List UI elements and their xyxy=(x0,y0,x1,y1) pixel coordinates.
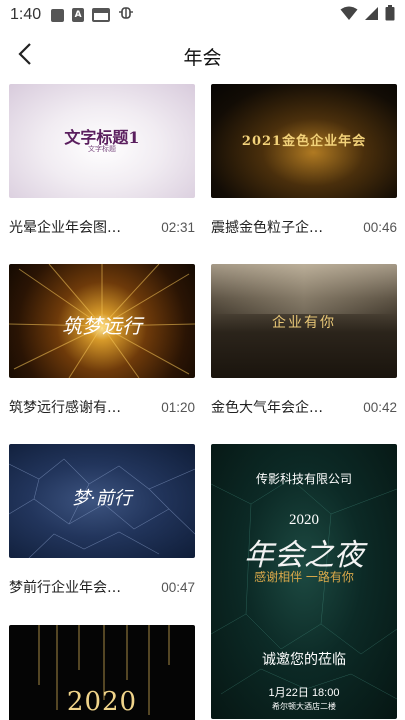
video-duration: 00:46 xyxy=(363,219,397,235)
video-thumbnail: 筑梦远行 xyxy=(9,264,195,378)
video-thumbnail: 2020 xyxy=(9,625,195,720)
video-card[interactable]: 文字标题1 文字标题 光晕企业年会图… 02:31 xyxy=(9,84,195,237)
video-duration: 01:20 xyxy=(161,399,195,415)
video-title: 筑梦远行感谢有… xyxy=(9,400,121,416)
a-icon: A xyxy=(72,8,85,22)
video-title: 金色大气年会企… xyxy=(211,400,323,416)
video-card[interactable]: 梦·前行 梦前行企业年会… 00:47 xyxy=(9,444,195,597)
video-meta: 金色大气年会企… 00:42 xyxy=(211,397,397,417)
thumbnail-caption: 2020 xyxy=(66,687,138,717)
video-thumbnail: 2021金色企业年会 xyxy=(211,84,397,198)
video-meta: 筑梦远行感谢有… 01:20 xyxy=(9,397,195,417)
video-card[interactable]: 企业有你 金色大气年会企… 00:42 xyxy=(211,264,397,417)
status-bar: 1:40 A xyxy=(0,0,405,30)
video-card[interactable]: 2020 xyxy=(9,625,195,720)
status-icons-left: A xyxy=(51,5,134,25)
video-title: 光晕企业年会图… xyxy=(9,220,121,236)
video-meta: 震撼金色粒子企… 00:46 xyxy=(211,217,397,237)
keyboard-box-icon xyxy=(92,8,111,22)
video-thumbnail: 文字标题1 文字标题 xyxy=(9,84,195,198)
poster-card[interactable]: 传影科技有限公司 2020 年会之夜 感谢相伴 一路有你 诚邀您的莅临 1月22… xyxy=(211,444,397,719)
bug-icon xyxy=(118,5,134,25)
poster-invite: 诚邀您的莅临 xyxy=(262,652,346,668)
square-icon xyxy=(51,8,65,22)
video-card[interactable]: 筑梦远行 筑梦远行感谢有… 01:20 xyxy=(9,264,195,417)
thumbnail-caption: 筑梦远行 xyxy=(62,314,142,338)
poster-company: 传影科技有限公司 xyxy=(255,472,352,486)
thumbnail-subcaption: 文字标题 xyxy=(88,145,116,153)
poster-slogan: 感谢相伴 一路有你 xyxy=(254,570,354,584)
thumbnail-caption: 2021金色企业年会 xyxy=(241,134,367,149)
battery-icon xyxy=(385,5,395,25)
video-title: 梦前行企业年会… xyxy=(9,580,121,596)
video-thumbnail: 企业有你 xyxy=(211,264,397,378)
chevron-left-icon xyxy=(18,43,32,69)
poster-date: 1月22日 18:00 xyxy=(268,687,340,699)
thumbnail-caption: 企业有你 xyxy=(272,315,336,331)
video-duration: 00:47 xyxy=(161,579,195,595)
nav-bar: 年会 xyxy=(0,30,405,82)
back-button[interactable] xyxy=(10,40,40,72)
video-grid: 文字标题1 文字标题 光晕企业年会图… 02:31 2021金色企业年会 震撼金… xyxy=(0,82,405,720)
status-time: 1:40 xyxy=(10,6,42,23)
video-title: 震撼金色粒子企… xyxy=(211,220,323,236)
poster-thumbnail: 传影科技有限公司 2020 年会之夜 感谢相伴 一路有你 诚邀您的莅临 1月22… xyxy=(211,444,397,719)
video-meta: 梦前行企业年会… 00:47 xyxy=(9,577,195,597)
poster-year: 2020 xyxy=(289,512,319,528)
page-title: 年会 xyxy=(183,46,222,69)
poster-venue: 希尔顿大酒店二楼 xyxy=(272,702,336,711)
status-icons-right xyxy=(340,5,395,25)
video-card[interactable]: 2021金色企业年会 震撼金色粒子企… 00:46 xyxy=(211,84,397,237)
wifi-icon xyxy=(340,6,358,25)
video-thumbnail: 梦·前行 xyxy=(9,444,195,558)
thumbnail-caption: 梦·前行 xyxy=(72,488,132,509)
signal-icon xyxy=(364,6,379,25)
video-duration: 00:42 xyxy=(363,399,397,415)
video-duration: 02:31 xyxy=(161,219,195,235)
video-meta: 光晕企业年会图… 02:31 xyxy=(9,217,195,237)
